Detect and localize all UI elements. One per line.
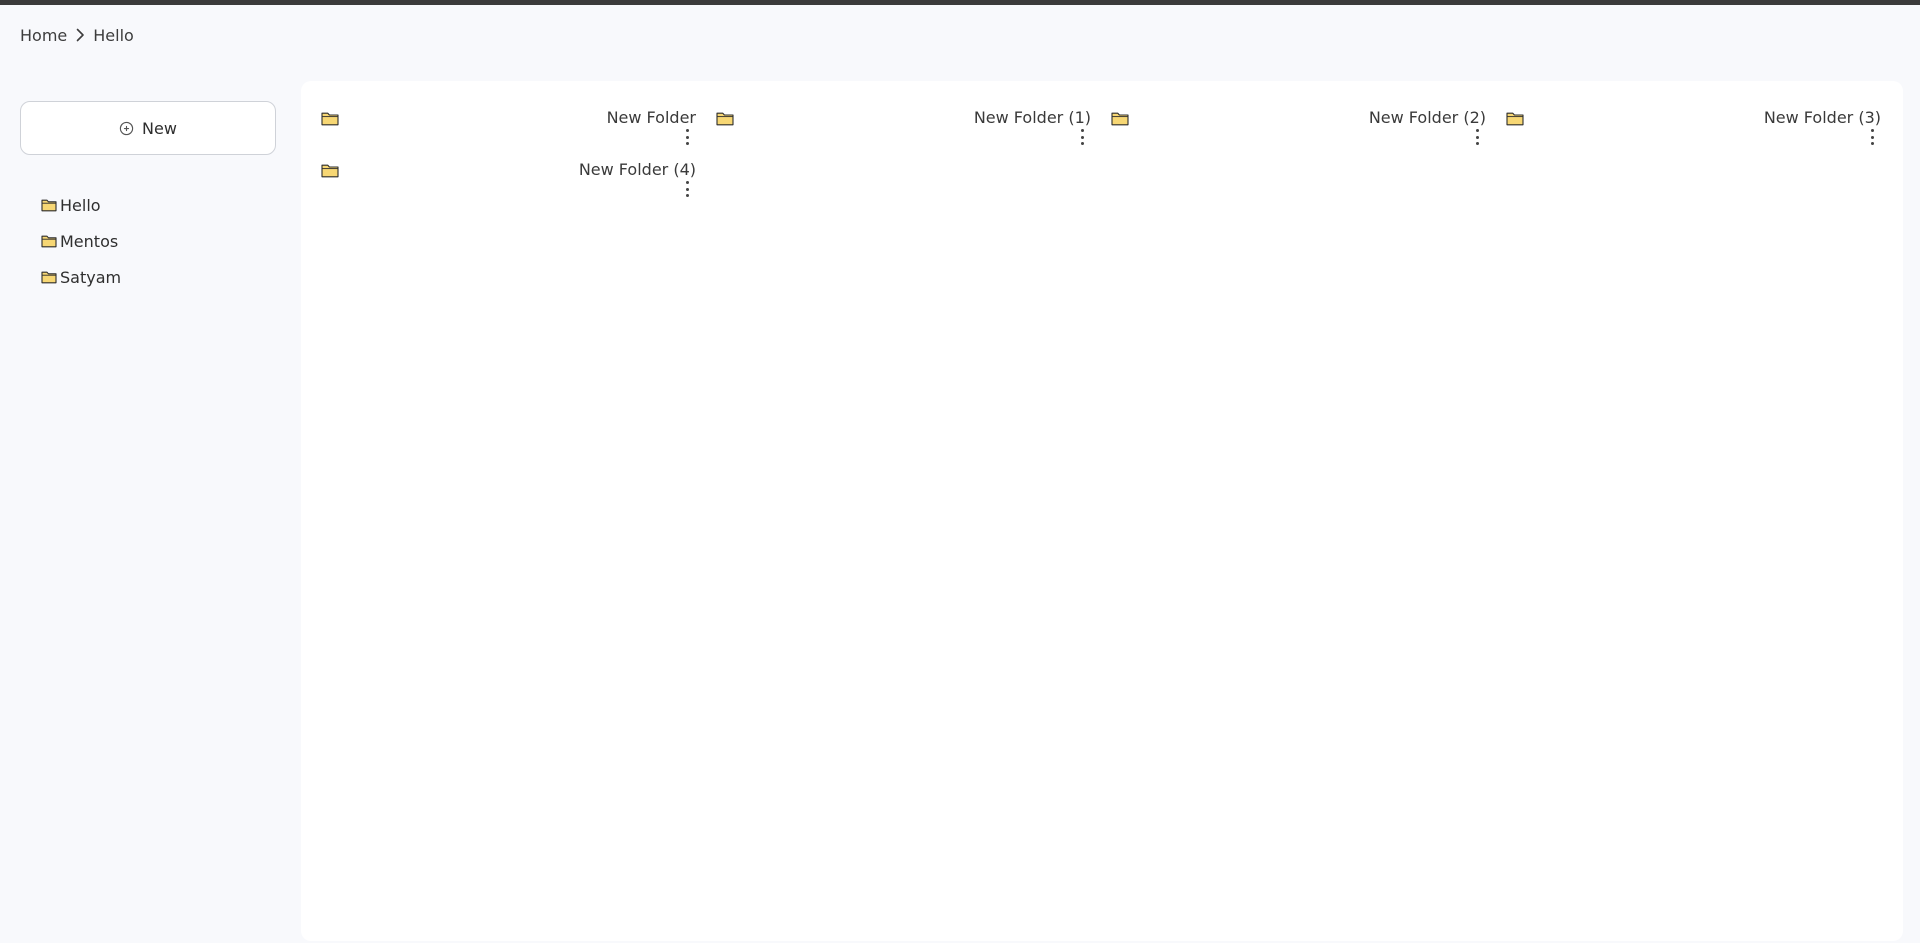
folder-icon bbox=[321, 163, 339, 178]
folder-content-panel: New Folder New Folder (1) New Folder (2)… bbox=[301, 81, 1903, 941]
breadcrumb-hello[interactable]: Hello bbox=[93, 26, 134, 45]
plus-circle-icon bbox=[119, 121, 134, 136]
sidebar-item-hello[interactable]: Hello bbox=[41, 187, 276, 223]
more-options-icon[interactable] bbox=[1078, 129, 1086, 145]
breadcrumb: Home Hello bbox=[20, 24, 134, 46]
folder-name: New Folder (4) bbox=[578, 160, 696, 179]
folder-name: New Folder (3) bbox=[1763, 108, 1881, 127]
more-options-icon[interactable] bbox=[683, 129, 691, 145]
folder-card[interactable]: New Folder (2) bbox=[1111, 108, 1486, 148]
chevron-right-icon bbox=[67, 24, 93, 46]
folder-name: New Folder bbox=[606, 108, 696, 127]
sidebar-item-label: Hello bbox=[60, 195, 101, 215]
folder-card[interactable]: New Folder bbox=[321, 108, 696, 148]
folder-icon bbox=[1111, 111, 1129, 126]
folder-icon bbox=[1506, 111, 1524, 126]
folder-tree: Hello Mentos Satyam bbox=[20, 187, 276, 295]
folder-grid: New Folder New Folder (1) New Folder (2)… bbox=[321, 108, 1886, 200]
sidebar-item-satyam[interactable]: Satyam bbox=[41, 259, 276, 295]
folder-icon bbox=[716, 111, 734, 126]
folder-icon bbox=[41, 270, 57, 284]
folder-icon bbox=[41, 198, 57, 212]
top-bar bbox=[0, 0, 1920, 5]
folder-card[interactable]: New Folder (4) bbox=[321, 160, 696, 200]
new-button-label: New bbox=[142, 118, 177, 138]
folder-name: New Folder (2) bbox=[1368, 108, 1486, 127]
sidebar-item-label: Mentos bbox=[60, 231, 119, 251]
more-options-icon[interactable] bbox=[683, 181, 691, 197]
sidebar: New Hello Mentos Satyam bbox=[20, 101, 276, 295]
new-button[interactable]: New bbox=[20, 101, 276, 155]
more-options-icon[interactable] bbox=[1473, 129, 1481, 145]
folder-card[interactable]: New Folder (3) bbox=[1506, 108, 1881, 148]
folder-icon bbox=[41, 234, 57, 248]
breadcrumb-home[interactable]: Home bbox=[20, 26, 67, 45]
sidebar-item-mentos[interactable]: Mentos bbox=[41, 223, 276, 259]
folder-name: New Folder (1) bbox=[973, 108, 1091, 127]
folder-icon bbox=[321, 111, 339, 126]
folder-card[interactable]: New Folder (1) bbox=[716, 108, 1091, 148]
more-options-icon[interactable] bbox=[1868, 129, 1876, 145]
sidebar-item-label: Satyam bbox=[60, 267, 122, 287]
